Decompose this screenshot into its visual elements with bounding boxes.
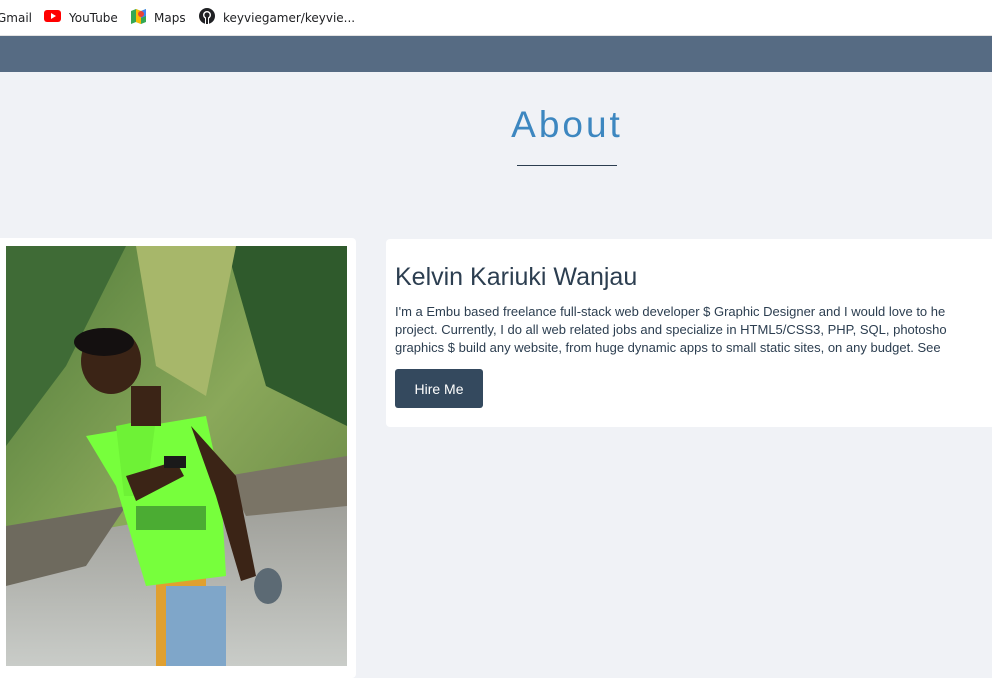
bio-line: I'm a Embu based freelance full-stack we… [395, 304, 946, 319]
bio-text: I'm a Embu based freelance full-stack we… [395, 303, 992, 357]
bio-line: graphics $ build any website, from huge … [395, 340, 941, 355]
github-icon [199, 8, 215, 27]
profile-photo [6, 246, 347, 666]
bookmark-gmail[interactable]: Gmail [0, 0, 32, 35]
bookmark-label: YouTube [69, 10, 118, 25]
bookmarks-bar: Gmail YouTube Maps keyviegamer/keyvie... [0, 0, 992, 36]
youtube-icon [44, 10, 61, 25]
bookmark-label: Maps [154, 10, 186, 25]
site-navbar [0, 36, 992, 72]
maps-icon [131, 8, 146, 27]
bookmark-github[interactable]: keyviegamer/keyvie... [199, 0, 355, 35]
bookmark-maps[interactable]: Maps [131, 0, 186, 35]
profile-name: Kelvin Kariuki Wanjau [395, 263, 638, 291]
bookmark-youtube[interactable]: YouTube [44, 0, 118, 35]
title-underline [517, 165, 617, 166]
bookmark-label: keyviegamer/keyvie... [223, 10, 356, 25]
hire-me-button[interactable]: Hire Me [395, 369, 483, 408]
section-title: About [511, 104, 623, 145]
bio-line: project. Currently, I do all web related… [395, 322, 947, 337]
bookmark-label: Gmail [0, 10, 33, 25]
